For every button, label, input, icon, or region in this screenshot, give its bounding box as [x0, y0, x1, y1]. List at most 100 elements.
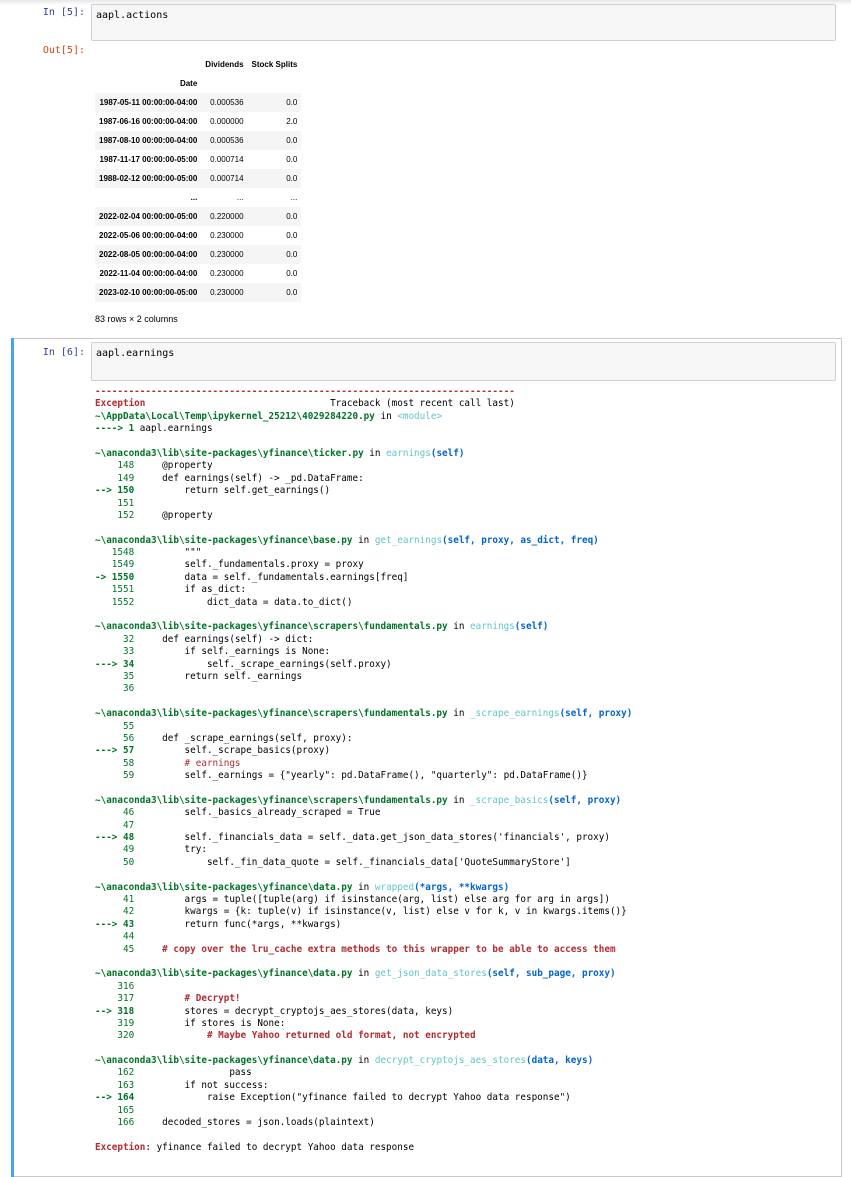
traceback-segment: <module> — [397, 410, 443, 422]
traceback-segment: self._fin_data_quote = self._financials_… — [134, 856, 571, 868]
traceback-segment: 45 — [95, 943, 135, 955]
traceback-line: 44 — [95, 931, 835, 943]
traceback-segment: return self._earnings — [134, 670, 303, 682]
input-prompt-6: In [6]: — [42, 347, 85, 358]
table-body: 1987-05-11 00:00:00-04:00 0.000536 0.0 1987… — [95, 93, 302, 302]
traceback-segment: ~\anaconda3\lib\site-packages\yfinance\s… — [95, 794, 448, 806]
traceback-segment: 49 — [95, 844, 135, 856]
traceback-line: -> 1550 data = self._fundamentals.earnin… — [95, 572, 835, 584]
column-header: Stock Splits — [251, 60, 298, 69]
traceback-line: 148 @property — [95, 460, 835, 472]
traceback-line: 50 self._fin_data_quote = self._financia… — [95, 857, 835, 869]
traceback-segment: wrapped — [374, 881, 415, 893]
traceback-segment: ~\anaconda3\lib\site-packages\yfinance\t… — [95, 447, 364, 459]
traceback-segment: 162 — [95, 1067, 135, 1079]
traceback-segment: def _scrape_earnings(self, proxy): — [134, 732, 353, 744]
index-name-row: Date — [95, 74, 301, 93]
traceback-segment: if stores is None: — [134, 1017, 286, 1029]
traceback-segment: ~\anaconda3\lib\site-packages\yfinance\d… — [95, 1055, 353, 1067]
traceback-line: 32 def earnings(self) -> dict: — [95, 634, 835, 646]
traceback-segment: if as_dict: — [134, 584, 247, 596]
traceback-segment: 56 — [95, 732, 135, 744]
traceback-line: 1552 dict_data = data.to_dict() — [95, 597, 835, 609]
traceback-segment: --> 164 — [95, 1092, 135, 1104]
traceback-line: Exception: yfinance failed to decrypt Ya… — [95, 1142, 835, 1154]
traceback-segment: (self, proxy) — [559, 708, 633, 720]
traceback-segment: ---> 34 — [95, 658, 135, 670]
code-text: aapl.actions — [96, 10, 169, 21]
traceback-segment: Exception — [95, 1141, 146, 1153]
traceback-line: 35 return self._earnings — [95, 671, 835, 683]
traceback-line: ~\anaconda3\lib\site-packages\yfinance\s… — [95, 708, 835, 720]
traceback-segment: in — [447, 621, 471, 633]
traceback-segment: self._earnings = {"yearly": pd.DataFrame… — [134, 770, 588, 782]
traceback-line: ~\anaconda3\lib\site-packages\yfinance\b… — [95, 535, 835, 547]
traceback-segment: if not success: — [134, 1079, 269, 1091]
traceback-line — [95, 436, 835, 448]
traceback-line: 58 # earnings — [95, 758, 835, 770]
traceback-line — [95, 696, 835, 708]
traceback-segment: 319 — [95, 1017, 135, 1029]
dividends-cell: 0.000714 — [210, 155, 244, 164]
traceback-segment: 151 — [95, 497, 135, 509]
traceback-segment: 36 — [95, 683, 135, 695]
dividends-cell: 0.000000 — [210, 117, 244, 126]
traceback-segment: 41 — [95, 894, 135, 906]
traceback-segment: earnings — [386, 447, 431, 459]
traceback-segment: 58 — [95, 757, 135, 769]
traceback-segment: ---> 43 — [95, 918, 135, 930]
traceback-segment: # Decrypt! — [134, 993, 241, 1005]
traceback-segment: ~\anaconda3\lib\site-packages\yfinance\s… — [95, 708, 448, 720]
traceback-line: 55 — [95, 721, 835, 733]
traceback-segment: pass — [134, 1067, 252, 1079]
traceback-output: ----------------------------------------… — [95, 386, 835, 1154]
traceback-segment: get_json_data_stores — [374, 968, 487, 980]
traceback-line: 320 # Maybe Yahoo returned old format, n… — [95, 1030, 835, 1042]
traceback-segment: (self) — [430, 447, 465, 459]
code-input-6[interactable]: aapl.earnings — [91, 342, 836, 381]
row-index: 2022-08-05 00:00:00-04:00 — [99, 250, 198, 259]
traceback-segment: : yfinance failed to decrypt Yahoo data … — [145, 1141, 415, 1153]
table-row: 1987-05-11 00:00:00-04:00 0.000536 0.0 — [95, 93, 302, 112]
dividends-cell: 0.000536 — [210, 98, 244, 107]
traceback-line: ~\anaconda3\lib\site-packages\yfinance\d… — [95, 882, 835, 894]
traceback-line: 317 # Decrypt! — [95, 993, 835, 1005]
dividends-cell: 0.000536 — [210, 136, 244, 145]
stock-splits-cell: 0.0 — [286, 212, 298, 221]
traceback-segment: kwargs = {k: tuple(v) if isinstance(v, l… — [134, 906, 627, 918]
traceback-segment: def earnings(self) -> _pd.DataFrame: — [134, 472, 364, 484]
row-index: ... — [190, 193, 198, 202]
traceback-line: 36 — [95, 683, 835, 695]
traceback-line — [95, 869, 835, 881]
traceback-segment: --> 318 — [95, 1005, 135, 1017]
table-row: 1987-11-17 00:00:00-05:00 0.000714 0.0 — [95, 150, 301, 169]
traceback-segment: -> 1550 — [95, 571, 135, 583]
row-index: 1987-11-17 00:00:00-05:00 — [99, 155, 198, 164]
traceback-line: ---> 34 self._scrape_earnings(self.proxy… — [95, 659, 835, 671]
traceback-segment: 165 — [95, 1104, 135, 1116]
row-index: 1987-08-10 00:00:00-04:00 — [99, 136, 198, 145]
code-input-5[interactable]: aapl.actions — [91, 4, 836, 41]
table-row: 1988-02-12 00:00:00-05:00 0.000714 0.0 — [95, 169, 302, 188]
traceback-line: --> 164 raise Exception("yfinance failed… — [95, 1092, 835, 1104]
selected-cell-indicator — [11, 338, 14, 1177]
traceback-line: ~\AppData\Local\Temp\ipykernel_25212\402… — [95, 411, 835, 423]
traceback-line: ~\anaconda3\lib\site-packages\yfinance\s… — [95, 795, 835, 807]
traceback-segment: get_earnings — [374, 534, 443, 546]
row-index: 1988-02-12 00:00:00-05:00 — [99, 174, 198, 183]
traceback-line: ---> 57 self._scrape_basics(proxy) — [95, 745, 835, 757]
traceback-segment: (data, keys) — [526, 1055, 594, 1067]
traceback-line: Exception Traceback (most recent call la… — [95, 398, 835, 410]
output-prompt-5: Out[5]: — [42, 45, 85, 56]
traceback-segment: ----------------------------------------… — [95, 386, 515, 397]
traceback-segment: ~\anaconda3\lib\site-packages\yfinance\d… — [95, 968, 353, 980]
traceback-segment: 320 — [95, 1030, 135, 1042]
table-row: 2022-08-05 00:00:00-04:00 0.230000 0.0 — [95, 245, 302, 264]
traceback-segment: dict_data = data.to_dict() — [134, 596, 353, 608]
traceback-segment: @property — [134, 509, 213, 521]
shape-info: 83 rows × 2 columns — [95, 314, 178, 324]
traceback-segment: in — [352, 1055, 375, 1067]
traceback-line: 56 def _scrape_earnings(self, proxy): — [95, 733, 835, 745]
traceback-segment: 50 — [95, 856, 135, 868]
traceback-segment: # earnings — [134, 757, 241, 769]
